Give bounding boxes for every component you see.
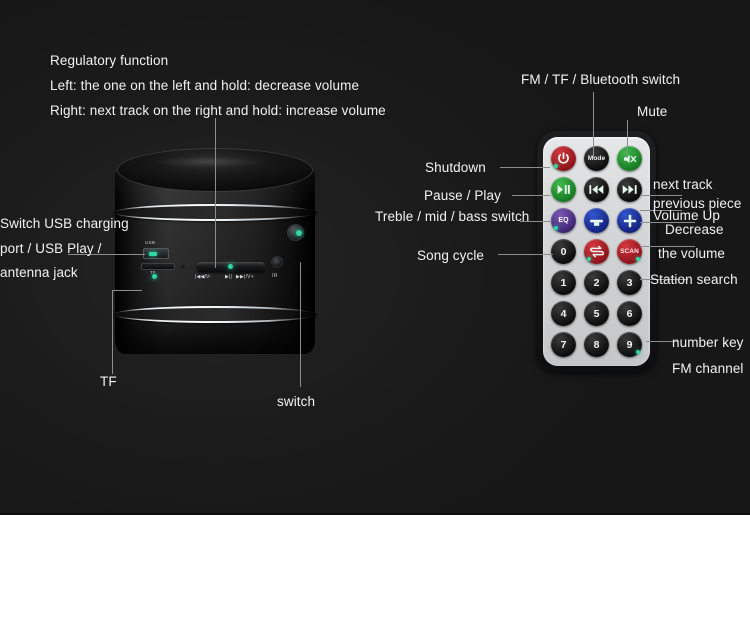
remote-key-volume-down-icon [589,215,604,227]
rocker-play-caption: ▶|| [225,274,233,280]
ir-receiver-icon [271,256,283,268]
speaker-top-highlight [134,154,284,170]
remote-key-next[interactable] [617,177,642,202]
remote-key-power[interactable] [551,146,576,171]
remote-key-mute-icon [623,153,637,165]
remote-key-digit-6[interactable]: 6 [617,301,642,326]
remote-key-volume-down[interactable] [584,208,609,233]
label-regulatory-left: Left: the one on the left and hold: decr… [50,78,360,93]
microphone-hole [289,260,293,264]
power-switch-knob[interactable] [287,224,304,241]
label-decrease: Decrease [665,222,724,237]
label-usb-line2: port / USB Play / [0,241,102,256]
label-mute: Mute [637,104,668,119]
remote-key-scan[interactable]: SCAN [617,239,642,264]
label-next-track: next track [653,177,713,192]
remote-key-label: 0 [560,245,567,258]
label-usb-line3: antenna jack [0,265,78,280]
label-number-key: number key [672,335,744,350]
label-station-search: Station search [650,272,738,287]
remote-key-label: Mode [587,154,606,162]
remote-key-previous[interactable] [584,177,609,202]
remote-key-label: 2 [593,276,600,289]
remote-key-indicator-led [554,164,558,168]
remote-key-song-cycle-icon [589,245,605,258]
playback-indicator-led [228,264,233,269]
product-annotation-diagram: USB TF |◀◀/V- ▶|| ▶▶|/V+ IR Mode EQ 0 SCAN 1… [0,0,750,618]
remote-key-power-icon [557,152,570,165]
label-shutdown: Shutdown [425,160,486,175]
label-pause-play: Pause / Play [424,188,501,203]
remote-key-digit-5[interactable]: 5 [584,301,609,326]
remote-key-play-pause[interactable] [551,177,576,202]
remote-key-volume-up-icon [623,214,637,228]
tf-card-slot[interactable] [141,263,175,270]
leader-regulatory [215,118,216,268]
remote-key-digit-9[interactable]: 9 [617,332,642,357]
remote-key-play-pause-icon [557,184,571,195]
remote-key-label: 6 [626,307,633,320]
leader-pause-play [512,195,550,196]
remote-key-mute[interactable] [617,146,642,171]
label-song-cycle: Song cycle [417,248,485,263]
rocker-next-caption: ▶▶|/V+ [236,274,254,280]
backdrop-bottom-edge [0,513,750,515]
remote-key-eq[interactable]: EQ [551,208,576,233]
speaker-ring-lower-inner [113,308,317,321]
remote-key-mode[interactable]: Mode [584,146,609,171]
remote-key-label: 8 [593,338,600,351]
remote-key-label: 5 [593,307,600,320]
leader-mute [627,120,628,158]
remote-key-volume-up[interactable] [617,208,642,233]
remote-key-digit-1[interactable]: 1 [551,270,576,295]
remote-key-digit-2[interactable]: 2 [584,270,609,295]
leader-switch [300,262,301,387]
tf-indicator-led [152,274,157,279]
remote-key-label: SCAN [620,247,639,255]
remote-key-digit-3[interactable]: 3 [617,270,642,295]
ir-caption: IR [272,273,278,279]
label-the-volume: the volume [658,246,726,261]
remote-key-indicator-led [636,350,640,354]
label-regulatory-right: Right: next track on the right and hold:… [50,103,386,118]
remote-control-illustration: Mode EQ 0 SCAN 1 2 3 4 5 6 7 8 9 [537,131,656,372]
remote-key-label: 4 [560,307,567,320]
remote-keypad: Mode EQ 0 SCAN 1 2 3 4 5 6 7 8 9 [547,143,646,361]
remote-key-digit-7[interactable]: 7 [551,332,576,357]
label-usb-line1: Switch USB charging [0,216,129,231]
remote-key-label: 7 [560,338,567,351]
remote-key-digit-0[interactable]: 0 [551,239,576,264]
remote-key-digit-4[interactable]: 4 [551,301,576,326]
remote-key-song-cycle[interactable] [584,239,609,264]
usb-port-caption: USB [145,240,156,245]
leader-tf-vertical [112,290,113,374]
remote-key-label: 1 [560,276,567,289]
remote-key-indicator-led [636,257,640,261]
label-eq-switch: Treble / mid / bass switch [375,209,530,224]
leader-tf-horizontal [112,290,142,291]
label-mode-switch: FM / TF / Bluetooth switch [521,72,681,87]
leader-shutdown [500,167,550,168]
remote-key-digit-8[interactable]: 8 [584,332,609,357]
leader-mode [593,92,594,158]
remote-key-indicator-led [587,257,591,261]
remote-key-label: 3 [626,276,633,289]
remote-key-label: EQ [558,216,569,224]
status-led [181,265,185,269]
label-switch: switch [277,394,316,409]
label-regulatory-function: Regulatory function [50,53,169,68]
remote-key-label: 9 [626,338,633,351]
leader-song-cycle [498,254,553,255]
label-fm-channel: FM channel [672,361,744,376]
label-tf: TF [100,374,117,389]
remote-key-previous-icon [589,184,604,195]
remote-key-next-icon [622,184,637,195]
remote-key-indicator-led [554,226,558,230]
micro-usb-port[interactable] [143,248,169,259]
rocker-prev-caption: |◀◀/V- [195,274,212,280]
